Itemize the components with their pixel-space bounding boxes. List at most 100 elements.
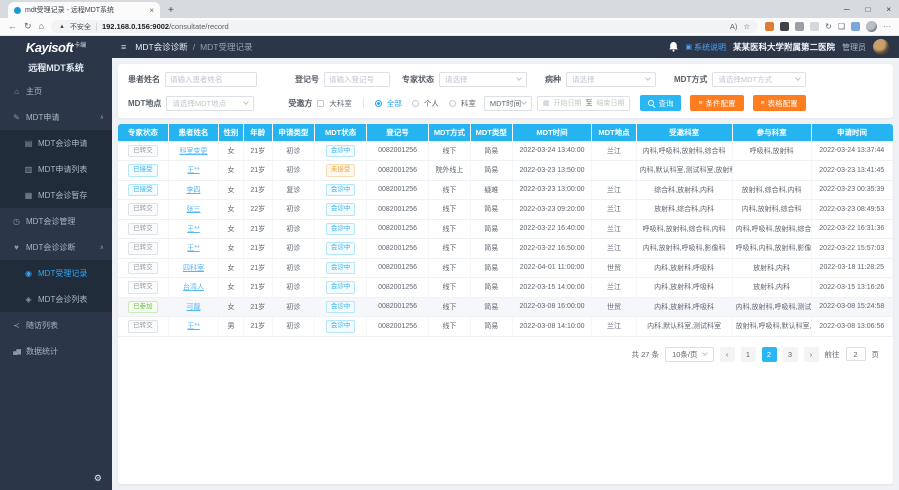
window-maximize-icon[interactable]: □ — [857, 5, 878, 14]
browser-nav-bar: ← ↻ ⌂ ▲ 不安全 192.168.0.156:9002/consultat… — [0, 18, 899, 36]
page-size-select[interactable]: 10条/页 — [665, 347, 713, 362]
sidebar-item-consult-draft[interactable]: ▦ MDT会诊暂存 — [0, 182, 112, 208]
back-icon[interactable]: ← — [8, 22, 17, 31]
patient-name-link[interactable]: 王** — [187, 167, 199, 174]
extension-icon-5[interactable] — [851, 22, 860, 31]
split-screen-icon[interactable]: ❏ — [838, 23, 845, 31]
register-no-input[interactable] — [324, 72, 390, 87]
cell-age: 21岁 — [243, 161, 272, 181]
favorite-star-icon[interactable]: ☆ — [743, 22, 750, 31]
read-aloud-icon[interactable]: A) — [730, 22, 738, 31]
sidebar-item-apply-list[interactable]: ▥ MDT申请列表 — [0, 156, 112, 182]
patient-name-link[interactable]: 四科室 — [183, 265, 204, 272]
sidebar-item-accept-record[interactable]: ◉ MDT受理记录 — [0, 260, 112, 286]
cell-mdt-time: 2022-03-08 14:10:00 — [512, 317, 592, 337]
cell-mdt-status: 未接受 — [315, 161, 367, 181]
mdt-time-select[interactable]: MDT时间 — [484, 96, 532, 111]
patient-name-link[interactable]: 李四 — [186, 187, 200, 194]
sidebar-item-consult-list[interactable]: ◈ MDT会诊列表 — [0, 286, 112, 312]
radio-dept[interactable] — [449, 100, 456, 107]
cell-apply-time: 2022-03-18 11:28:25 — [811, 258, 892, 278]
cell-gender: 女 — [219, 141, 244, 161]
system-help-link[interactable]: ▣ 系统说明 — [685, 42, 726, 53]
window-minimize-icon[interactable]: ─ — [836, 5, 858, 14]
cell-apply-type: 初诊 — [272, 200, 315, 220]
sidebar-item-consult-manage[interactable]: ◷ MDT会诊管理 — [0, 208, 112, 234]
patient-name-link[interactable]: 可靓 — [186, 304, 200, 311]
mdt-place-select[interactable]: 请选择MDT地点 — [166, 96, 254, 111]
browser-tab[interactable]: mdt受理记录 - 远程MDT系统 × — [8, 2, 160, 18]
page-button-2[interactable]: 2 — [762, 347, 777, 362]
cell-apply-time: 2022-03-22 16:31:36 — [811, 219, 892, 239]
chevron-up-icon: ∧ — [100, 114, 104, 121]
cell-mdt-time: 2022-04-01 11:00:00 — [512, 258, 592, 278]
radio-dept-label[interactable]: 科室 — [461, 98, 476, 109]
gear-icon[interactable]: ⚙ — [94, 473, 102, 484]
patient-name-link[interactable]: 王** — [187, 323, 199, 330]
prev-page-button[interactable]: ‹ — [720, 347, 735, 362]
cell-apply-type: 初诊 — [272, 219, 315, 239]
expert-status-select[interactable]: 请选择 — [439, 72, 527, 87]
patient-name-link[interactable]: 王** — [187, 226, 199, 233]
radio-personal-label[interactable]: 个人 — [424, 98, 439, 109]
address-bar[interactable]: ▲ 不安全 192.168.0.156:9002/consultate/reco… — [51, 20, 758, 33]
next-page-button[interactable]: › — [804, 347, 819, 362]
bell-icon[interactable] — [669, 42, 678, 52]
cell-patient-name: 王** — [168, 219, 218, 239]
radio-personal[interactable] — [412, 100, 419, 107]
sidebar-item-mdt-apply[interactable]: ✎ MDT申请 ∧ — [0, 104, 112, 130]
invited-label: 受邀方 — [288, 98, 312, 109]
extension-icon-2[interactable] — [780, 22, 789, 31]
chevron-down-icon — [795, 75, 801, 81]
more-menu-icon[interactable]: ··· — [883, 23, 891, 31]
patient-name-link[interactable]: 科室变更 — [179, 148, 207, 155]
table-row: 已转交 王** 男 21岁 初诊 会诊中 0082001256 线下 简易 20… — [118, 317, 893, 337]
sidebar-item-home[interactable]: ⌂ 主页 — [0, 78, 112, 104]
cell-mdt-type: 简易 — [470, 297, 512, 317]
expert-status-tag: 已转交 — [128, 242, 158, 255]
patient-name-link[interactable]: 王** — [187, 245, 199, 252]
condition-config-button[interactable]: ≡ 条件配置 — [690, 95, 743, 111]
config-icon: ≡ — [761, 100, 765, 107]
cell-mdt-type: 简易 — [470, 161, 512, 181]
extension-icon-3[interactable] — [795, 22, 804, 31]
radio-all[interactable] — [375, 100, 382, 107]
browser-profile-avatar[interactable] — [866, 21, 877, 32]
mdt-mode-select[interactable]: 请选择MDT方式 — [712, 72, 806, 87]
date-range-picker[interactable]: ▦ 开始日期 至 结束日期 — [537, 96, 631, 111]
cell-expert-status: 已转交 — [118, 239, 168, 259]
new-tab-button[interactable]: + — [168, 5, 174, 16]
sidebar-item-consult-diagnose[interactable]: ♥ MDT会诊诊断 ∧ — [0, 234, 112, 260]
tab-close-icon[interactable]: × — [149, 6, 154, 15]
extension-icon-4[interactable] — [810, 22, 819, 31]
cell-apply-type: 初诊 — [272, 239, 315, 259]
sidebar-item-statistics[interactable]: ▄▆ 数据统计 — [0, 338, 112, 364]
patient-name-link[interactable]: 台湾人 — [183, 284, 204, 291]
page-button-1[interactable]: 1 — [741, 347, 756, 362]
table-config-button[interactable]: ≡ 表格配置 — [753, 95, 806, 111]
goto-page-input[interactable] — [846, 347, 866, 361]
help-icon: ▣ — [685, 43, 692, 51]
refresh-icon[interactable]: ↻ — [24, 22, 32, 31]
cell-expert-status: 已接受 — [118, 180, 168, 200]
collapse-sidebar-icon[interactable]: ≡ — [121, 42, 126, 52]
sidebar-item-followup-list[interactable]: ≺ 随访列表 — [0, 312, 112, 338]
page-button-3[interactable]: 3 — [783, 347, 798, 362]
table-row: 已转交 四科室 女 21岁 初诊 会诊中 0082001256 线下 简易 20… — [118, 258, 893, 278]
radio-all-label[interactable]: 全部 — [387, 98, 402, 109]
window-close-icon[interactable]: × — [878, 5, 899, 14]
big-dept-checkbox[interactable] — [317, 100, 324, 107]
disease-select[interactable]: 请选择 — [566, 72, 656, 87]
table-row: 已转交 台湾人 女 21岁 初诊 会诊中 0082001256 线下 简易 20… — [118, 278, 893, 298]
big-dept-label[interactable]: 大科室 — [329, 98, 352, 109]
sync-icon[interactable]: ↻ — [825, 23, 832, 31]
patient-name-input[interactable] — [165, 72, 257, 87]
breadcrumb-parent[interactable]: MDT会诊诊断 — [135, 41, 187, 53]
search-button[interactable]: 查询 — [640, 95, 681, 111]
patient-name-link[interactable]: 张三 — [186, 206, 200, 213]
cell-apply-time: 2022-03-15 13:16:26 — [811, 278, 892, 298]
sidebar-item-consult-apply[interactable]: ▤ MDT会诊申请 — [0, 130, 112, 156]
extension-icon-1[interactable] — [765, 22, 774, 31]
home-nav-icon[interactable]: ⌂ — [39, 22, 44, 31]
user-avatar[interactable] — [873, 39, 889, 55]
